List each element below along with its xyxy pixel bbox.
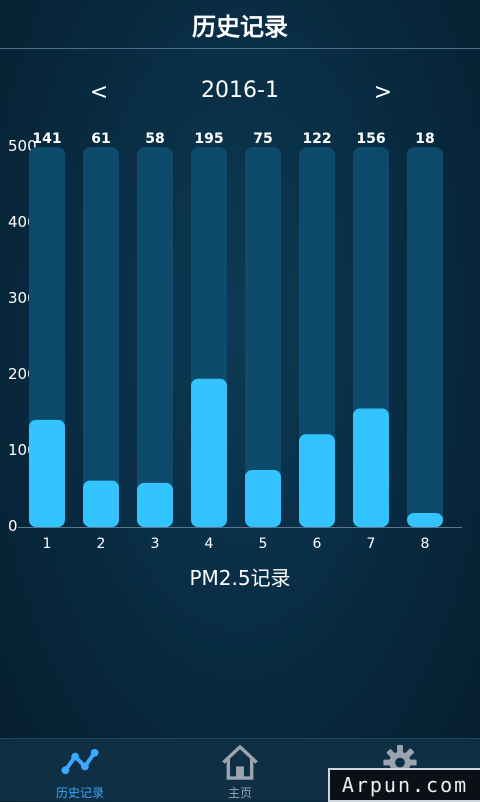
bar [83,480,119,527]
bar-track [83,147,119,527]
bar-value-label: 195 [194,131,223,147]
tab-home[interactable]: 主页 [180,739,300,801]
pm25-bar-chart: 0100200300400500141161258319547551226156… [8,131,462,550]
bar [137,482,173,527]
bar-value-label: 58 [145,131,164,147]
x-tick-label: 3 [151,536,160,550]
next-month-button[interactable]: > [368,78,398,106]
home-icon [222,745,258,780]
x-tick-label: 4 [205,536,214,550]
line-chart-icon [61,748,99,775]
x-tick-label: 6 [313,536,322,550]
y-tick-label: 0 [8,517,18,535]
bar-track [407,147,443,527]
page-title-bar: 历史记录 [0,0,480,49]
x-tick-label: 5 [259,536,268,550]
bar-value-label: 156 [356,131,385,147]
bar-value-label: 75 [253,131,272,147]
bar-value-label: 141 [32,131,61,147]
bar [29,419,65,527]
current-month-label: 2016-1 [201,78,279,103]
page-title: 历史记录 [192,12,288,41]
bar [353,408,389,527]
bar-value-label: 61 [91,131,110,147]
bar [191,378,227,527]
chart-caption: PM2.5记录 [189,566,291,590]
tab-history-label: 历史记录 [55,786,104,800]
x-tick-label: 2 [97,536,106,550]
bar-value-label: 122 [302,131,331,147]
bar [407,513,443,527]
x-tick-label: 8 [421,536,430,550]
prev-month-button[interactable]: < [84,78,114,106]
x-tick-label: 1 [43,536,52,550]
bar-track [137,147,173,527]
bar-value-label: 18 [415,131,434,147]
bar [299,434,335,527]
watermark: Arpun.com [328,768,480,802]
tab-history[interactable]: 历史记录 [20,739,140,801]
x-tick-label: 7 [367,536,376,550]
tab-home-label: 主页 [227,786,252,800]
bar [245,470,281,527]
month-navigator: < 2016-1 > [0,72,480,112]
